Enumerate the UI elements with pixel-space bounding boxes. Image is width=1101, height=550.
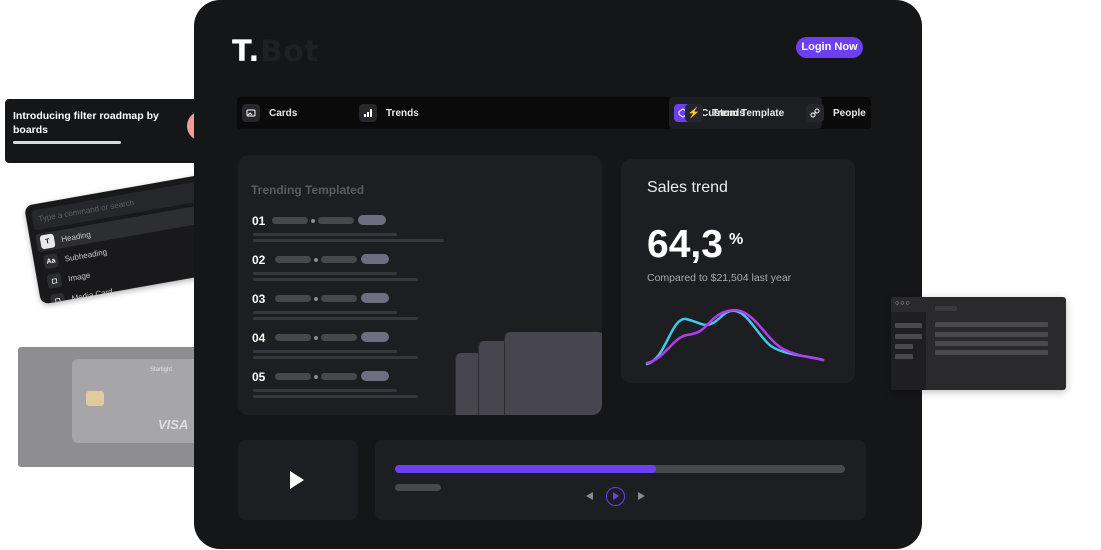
next-icon[interactable] xyxy=(638,492,645,500)
tab-bar: Cards Trends Custom Template ⚡ Trends Pe… xyxy=(237,97,871,129)
image-icon xyxy=(242,104,260,122)
subheading-icon: Aa xyxy=(42,253,60,270)
bolt-icon: ⚡ xyxy=(685,104,703,122)
tab-trends-bolt[interactable]: ⚡ Trends xyxy=(685,97,745,129)
window-controls-icon: ○○○ xyxy=(895,300,911,307)
mini-window: ○○○ xyxy=(891,297,1066,390)
tab-people[interactable]: People xyxy=(806,97,866,129)
login-button[interactable]: Login Now xyxy=(796,37,863,58)
media-player xyxy=(375,440,866,520)
link-icon xyxy=(806,104,824,122)
app-frame: T.Bot Login Now Cards Trends Custom Temp… xyxy=(194,0,922,549)
time-label-placeholder xyxy=(395,484,441,491)
notification-progress xyxy=(13,141,121,144)
command-item-media-card[interactable]: ◻ Media Card xyxy=(49,284,114,305)
command-item-image[interactable]: ◻ Image xyxy=(46,268,91,289)
previous-icon[interactable] xyxy=(586,492,593,500)
chip-icon xyxy=(86,391,104,406)
video-preview[interactable] xyxy=(238,440,358,520)
bar-chart-icon xyxy=(359,104,377,122)
trending-title: Trending Templated xyxy=(251,183,365,197)
notification-text: Introducing filter roadmap by boards xyxy=(13,110,159,136)
trending-panel: Trending Templated 01 02 03 04 05 xyxy=(238,155,602,415)
logo: T.Bot xyxy=(232,34,320,68)
heading-icon: T xyxy=(39,233,56,250)
sales-trend-panel: Sales trend 64,3 % Compared to $21,504 l… xyxy=(621,159,855,383)
sales-trend-chart xyxy=(645,309,825,366)
tab-cards[interactable]: Cards xyxy=(242,97,297,129)
card-issuer: Starlight xyxy=(150,367,173,373)
image-icon: ◻ xyxy=(46,272,63,289)
card-brand: VISA xyxy=(158,417,189,432)
media-card-icon: ◻ xyxy=(49,292,67,305)
progress-fill xyxy=(395,465,656,473)
notification-card[interactable]: Introducing filter roadmap by boards xyxy=(5,99,224,163)
tab-trends[interactable]: Trends xyxy=(359,97,419,129)
play-button[interactable] xyxy=(606,487,625,506)
play-icon[interactable] xyxy=(290,471,304,489)
credit-card: Starlight VISA xyxy=(72,359,203,443)
progress-bar[interactable] xyxy=(395,465,845,473)
